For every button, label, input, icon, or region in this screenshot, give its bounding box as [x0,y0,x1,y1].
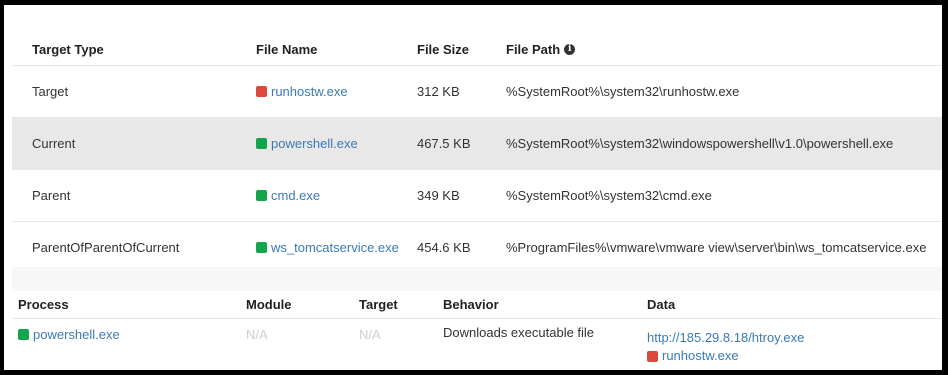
target-value: N/A [359,327,381,342]
file-path: %ProgramFiles%\vmware\vmware view\server… [506,240,927,255]
process-cell: powershell.exe [18,327,120,342]
table-row: Target runhostw.exe 312 KB %SystemRoot%\… [12,66,942,118]
target-type: ParentOfParentOfCurrent [32,240,180,255]
file-size: 312 KB [417,84,460,99]
target-type: Current [32,136,76,151]
process-details-panel: Target Type File Name File Size File Pat… [4,5,942,370]
header-file-name: File Name [256,41,318,57]
files-table: Target Type File Name File Size File Pat… [12,33,942,274]
file-name-cell: runhostw.exe [256,66,348,117]
section-divider [12,267,942,291]
table-row: Current powershell.exe 467.5 KB %SystemR… [12,118,942,170]
file-name-cell: ws_tomcatservice.exe [256,222,399,273]
table-row: Parent cmd.exe 349 KB %SystemRoot%\syste… [12,170,942,222]
file-size: 349 KB [417,188,460,203]
status-square-icon [256,86,267,97]
module-value: N/A [246,327,268,342]
header-behavior: Behavior [443,297,499,312]
data-cell: http://185.29.8.18/htroy.exe runhostw.ex… [647,327,804,365]
header-file-size: File Size [417,41,470,57]
header-target: Target [359,297,398,312]
file-name-cell: powershell.exe [256,118,358,169]
header-data: Data [647,297,676,312]
status-square-icon [647,350,658,362]
file-path: %SystemRoot%\system32\windowspowershell\… [506,136,894,151]
file-path: %SystemRoot%\system32\runhostw.exe [506,84,740,99]
behavior-table-header: Process Module Target Behavior Data [12,291,942,319]
status-square-icon [256,242,267,253]
behavior-table: Process Module Target Behavior Data powe… [12,291,942,370]
file-name-link[interactable]: cmd.exe [271,188,320,203]
status-square-icon [256,138,267,149]
target-type: Target [32,84,69,99]
status-square-icon [18,329,29,340]
header-module: Module [246,297,292,312]
info-circle-icon[interactable]: i [564,43,576,55]
header-target-type: Target Type [32,41,104,57]
file-name-link[interactable]: runhostw.exe [271,84,348,99]
header-file-path: File Path i [506,33,576,65]
file-name-cell: cmd.exe [256,170,320,221]
data-file-link[interactable]: runhostw.exe [662,347,739,365]
files-table-header: Target Type File Name File Size File Pat… [12,33,942,66]
file-name-link[interactable]: ws_tomcatservice.exe [271,240,399,255]
file-size: 454.6 KB [417,240,471,255]
header-process: Process [18,297,69,312]
behavior-value: Downloads executable file [443,325,595,340]
target-type: Parent [32,188,71,203]
table-row: powershell.exe N/A N/A Downloads executa… [12,319,942,370]
process-link[interactable]: powershell.exe [33,327,120,342]
data-url-link[interactable]: http://185.29.8.18/htroy.exe [647,329,804,347]
file-name-link[interactable]: powershell.exe [271,136,358,151]
file-path: %SystemRoot%\system32\cmd.exe [506,188,712,203]
header-file-path-label: File Path [506,41,561,57]
file-size: 467.5 KB [417,136,471,151]
status-square-icon [256,190,267,201]
